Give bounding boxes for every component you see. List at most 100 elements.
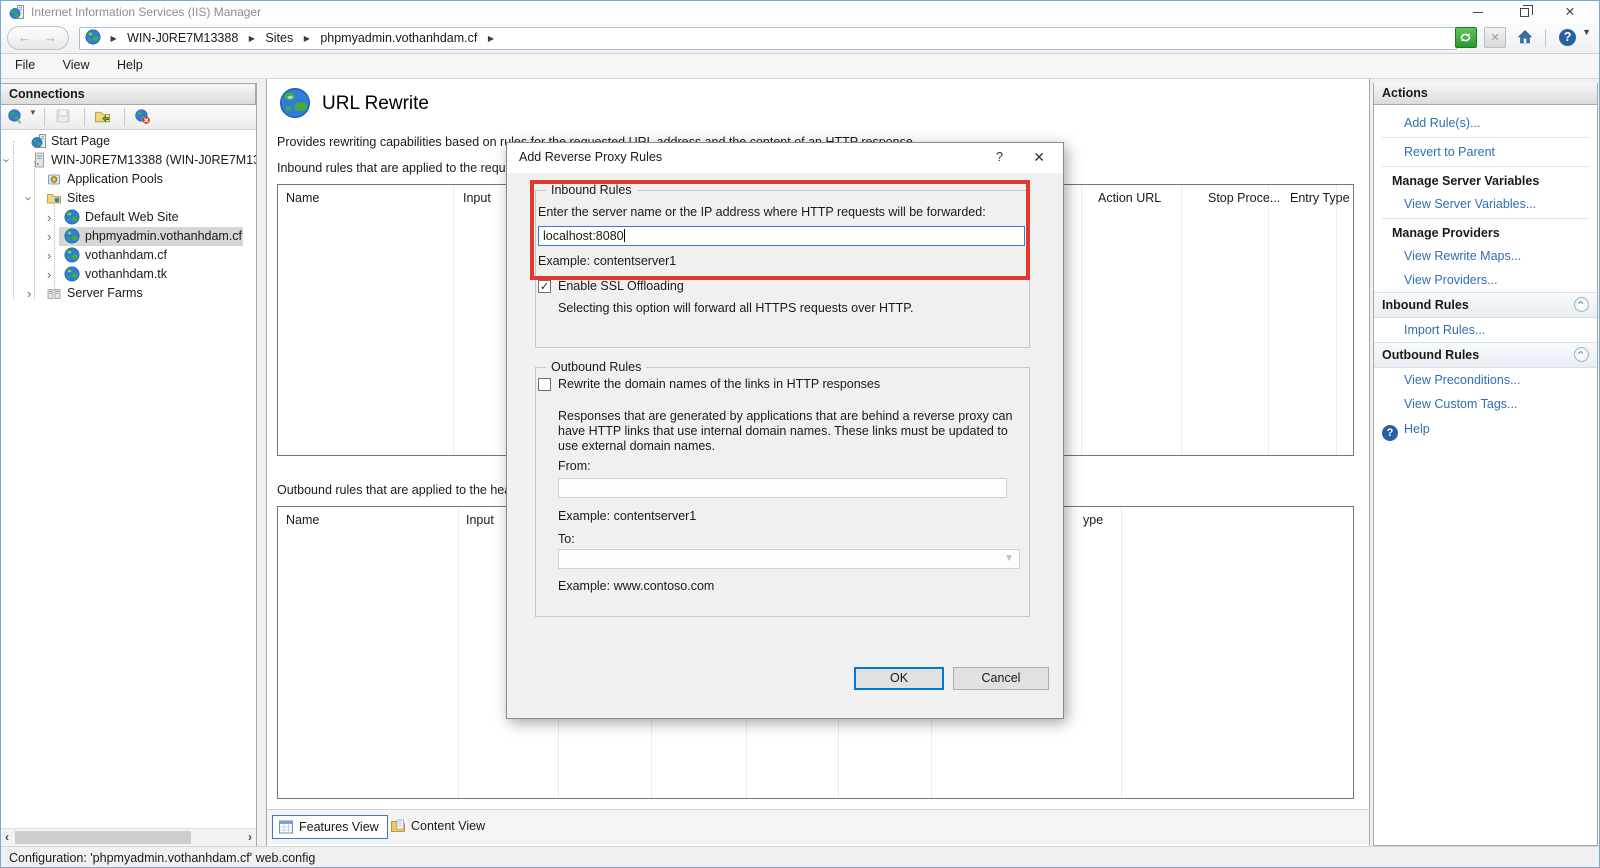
rewrite-domains-checkbox[interactable] bbox=[538, 378, 551, 391]
collapse-section-icon[interactable] bbox=[1574, 347, 1589, 362]
breadcrumb-server[interactable]: WIN-J0RE7M13388 bbox=[127, 31, 238, 45]
help-icon[interactable]: ? bbox=[1557, 27, 1579, 48]
site-globe-icon bbox=[64, 266, 80, 282]
ok-button[interactable]: OK bbox=[854, 667, 944, 690]
connections-toolbar: ▼ bbox=[1, 105, 256, 130]
rewrite-domains-label[interactable]: Rewrite the domain names of the links in… bbox=[558, 377, 880, 391]
ssl-note-label: Selecting this option will forward all H… bbox=[558, 301, 914, 315]
column-header-input[interactable]: Input bbox=[466, 513, 494, 527]
tree-item-vothanhdam-tk[interactable]: › vothanhdam.tk bbox=[1, 265, 256, 284]
action-view-providers[interactable]: View Providers... bbox=[1374, 268, 1597, 292]
save-icon[interactable] bbox=[53, 108, 73, 126]
expand-chevron-icon[interactable]: › bbox=[47, 227, 51, 246]
menu-file[interactable]: File bbox=[3, 54, 47, 76]
connect-globe-icon[interactable] bbox=[5, 108, 25, 126]
divider bbox=[124, 108, 126, 126]
home-icon[interactable] bbox=[1514, 27, 1536, 48]
tree-item-sites[interactable]: › Sites bbox=[1, 189, 256, 208]
tree-item-vothanhdam-cf[interactable]: › vothanhdam.cf bbox=[1, 246, 256, 265]
help-dropdown-icon[interactable]: ▼ bbox=[1582, 27, 1591, 37]
action-manage-server-variables: Manage Server Variables bbox=[1392, 174, 1540, 188]
from-label: From: bbox=[558, 459, 591, 473]
column-header-input[interactable]: Input bbox=[463, 191, 491, 205]
history-buttons: ← → bbox=[7, 26, 69, 50]
tab-content-view[interactable]: Content View bbox=[385, 815, 493, 839]
column-header-name[interactable]: Name bbox=[286, 191, 319, 205]
action-view-preconditions[interactable]: View Preconditions... bbox=[1374, 368, 1597, 392]
scroll-left-icon[interactable]: ‹ bbox=[5, 830, 9, 844]
forward-button[interactable]: → bbox=[44, 30, 57, 45]
horizontal-scrollbar[interactable]: ‹ › bbox=[1, 828, 256, 846]
tree-item-server-farms[interactable]: › Server Farms bbox=[1, 284, 256, 303]
enable-ssl-offloading-checkbox[interactable]: ✓ bbox=[538, 280, 551, 293]
iis-manager-window: Internet Information Services (IIS) Mana… bbox=[0, 0, 1600, 868]
expand-chevron-icon[interactable]: › bbox=[27, 284, 31, 303]
from-input[interactable] bbox=[558, 478, 1007, 498]
section-outbound-rules[interactable]: Outbound Rules bbox=[1374, 342, 1597, 368]
tree-item-server[interactable]: › WIN-J0RE7M13388 (WIN-J0RE7M13388\A bbox=[1, 151, 256, 170]
column-header-entry-type[interactable]: Entry Type bbox=[1290, 191, 1350, 205]
tree-item-default-web-site[interactable]: › Default Web Site bbox=[1, 208, 256, 227]
dialog-help-icon[interactable]: ? bbox=[996, 150, 1003, 164]
action-help[interactable]: ? Help bbox=[1374, 416, 1597, 446]
section-inbound-rules[interactable]: Inbound Rules bbox=[1374, 292, 1597, 318]
column-separator bbox=[1081, 185, 1082, 455]
nav-action-icons: ✕ ? ▼ bbox=[1451, 27, 1591, 50]
action-import-rules[interactable]: Import Rules... bbox=[1374, 318, 1597, 342]
scroll-right-icon[interactable]: › bbox=[248, 830, 252, 844]
app-pools-icon bbox=[46, 171, 62, 187]
action-view-rewrite-maps[interactable]: View Rewrite Maps... bbox=[1374, 244, 1597, 268]
refresh-icon[interactable] bbox=[1454, 27, 1477, 48]
tree-item-start-page[interactable]: Start Page bbox=[1, 132, 256, 151]
column-separator bbox=[1181, 185, 1182, 455]
status-bar: Configuration: 'phpmyadmin.vothanhdam.cf… bbox=[1, 846, 1599, 867]
cancel-button[interactable]: Cancel bbox=[953, 667, 1049, 690]
to-label: To: bbox=[558, 532, 575, 546]
collapse-chevron-icon[interactable]: › bbox=[1, 158, 17, 162]
navigation-bar: ← → ▶ WIN-J0RE7M13388 ▶ Sites ▶ phpmyadm… bbox=[1, 23, 1599, 54]
action-add-rules[interactable]: Add Rule(s)... bbox=[1374, 111, 1597, 135]
enable-ssl-offloading-label[interactable]: Enable SSL Offloading bbox=[558, 279, 684, 293]
column-header-name[interactable]: Name bbox=[286, 513, 319, 527]
connections-panel: Connections ▼ Start Page › WIN-J0RE7M133… bbox=[1, 83, 257, 846]
breadcrumb-site[interactable]: phpmyadmin.vothanhdam.cf bbox=[320, 31, 477, 45]
breadcrumb-arrow-icon: ▶ bbox=[248, 34, 255, 43]
tree-item-application-pools[interactable]: Application Pools bbox=[1, 170, 256, 189]
action-revert-to-parent[interactable]: Revert to Parent bbox=[1374, 140, 1597, 164]
close-button[interactable]: ✕ bbox=[1547, 1, 1593, 23]
restore-button[interactable] bbox=[1501, 1, 1547, 23]
export-folder-icon[interactable] bbox=[93, 108, 113, 126]
window-title: Internet Information Services (IIS) Mana… bbox=[31, 5, 262, 19]
minimize-button[interactable] bbox=[1455, 1, 1501, 23]
back-button[interactable]: ← bbox=[18, 30, 31, 45]
collapse-section-icon[interactable] bbox=[1574, 297, 1589, 312]
chevron-down-icon: ▼ bbox=[1004, 553, 1014, 564]
remove-connection-icon[interactable] bbox=[133, 108, 153, 126]
connect-dropdown-icon[interactable]: ▼ bbox=[29, 108, 37, 117]
action-view-custom-tags[interactable]: View Custom Tags... bbox=[1374, 392, 1597, 416]
action-view-server-variables[interactable]: View Server Variables... bbox=[1374, 192, 1597, 216]
minimize-icon bbox=[1473, 12, 1483, 14]
menu-view[interactable]: View bbox=[51, 54, 102, 76]
to-combobox[interactable]: ▼ bbox=[558, 549, 1020, 569]
expand-chevron-icon[interactable]: › bbox=[47, 208, 51, 227]
scrollbar-thumb[interactable] bbox=[15, 831, 191, 844]
dialog-close-icon[interactable]: ✕ bbox=[1033, 149, 1045, 166]
column-header-type-partial[interactable]: ype bbox=[1083, 513, 1103, 527]
column-header-stop-processing[interactable]: Stop Proce... bbox=[1208, 191, 1280, 205]
view-tabs-bar: Features View Content View bbox=[267, 809, 1369, 845]
stop-icon[interactable]: ✕ bbox=[1484, 27, 1507, 48]
divider bbox=[1382, 218, 1589, 219]
expand-chevron-icon[interactable]: › bbox=[47, 246, 51, 265]
column-header-action-url[interactable]: Action URL bbox=[1098, 191, 1161, 205]
collapse-chevron-icon[interactable]: › bbox=[20, 196, 39, 200]
breadcrumb-sites[interactable]: Sites bbox=[265, 31, 293, 45]
column-separator bbox=[1336, 185, 1337, 455]
expand-chevron-icon[interactable]: › bbox=[47, 265, 51, 284]
tab-features-view[interactable]: Features View bbox=[272, 815, 388, 839]
address-bar[interactable]: ▶ WIN-J0RE7M13388 ▶ Sites ▶ phpmyadmin.v… bbox=[79, 27, 1457, 50]
title-bar: Internet Information Services (IIS) Mana… bbox=[1, 1, 1599, 23]
action-manage-providers: Manage Providers bbox=[1392, 226, 1500, 240]
tree-item-phpmyadmin-site[interactable]: › phpmyadmin.vothanhdam.cf bbox=[1, 227, 256, 246]
menu-help[interactable]: Help bbox=[105, 54, 155, 76]
